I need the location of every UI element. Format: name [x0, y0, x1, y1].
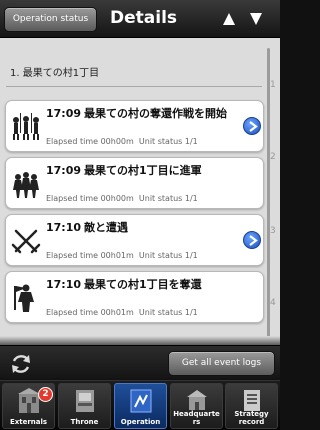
tab-strategy-record[interactable]: Strategy record	[225, 383, 278, 429]
refresh-icon[interactable]	[9, 352, 33, 376]
unit-status: Unit status 1/1	[138, 308, 198, 317]
operation-status-button[interactable]: Operation status	[4, 7, 97, 32]
row-number: 4	[270, 298, 276, 308]
scrollbar[interactable]	[267, 48, 270, 338]
tab-headquarters[interactable]: Headquarte rs	[170, 383, 223, 429]
event-list[interactable]: 1. 最果ての村1丁目 1 2 3 4 最果ての村の奪還作戦を開始 17:09 …	[0, 38, 280, 345]
chevron-right-icon[interactable]	[243, 231, 261, 249]
row-number: 1	[270, 80, 276, 90]
divider	[6, 86, 262, 87]
row-number: 3	[270, 226, 276, 236]
event-meta: Elapsed time 00h01m Unit status 1/1	[46, 308, 198, 317]
throne-icon	[76, 390, 94, 412]
arrow-down-icon[interactable]	[249, 11, 263, 27]
elapsed-time: Elapsed time 00h00m	[46, 194, 134, 203]
event-time: 17:09	[46, 164, 82, 177]
crossed-swords-icon	[11, 229, 41, 254]
elapsed-time: Elapsed time 00h01m	[46, 308, 134, 317]
operation-icon	[130, 389, 152, 413]
tab-label: Externals	[9, 418, 48, 426]
get-all-event-logs-button[interactable]: Get all event logs	[168, 351, 275, 376]
tab-label: Strategy record	[234, 410, 269, 426]
tab-throne[interactable]: Throne	[58, 383, 111, 429]
event-time: 17:09	[46, 107, 82, 120]
soldiers-icon	[13, 113, 39, 140]
event-meta: Elapsed time 00h01m Unit status 1/1	[46, 251, 198, 260]
row-number: 2	[270, 152, 276, 162]
event-time: 17:10	[46, 278, 82, 291]
tab-externals[interactable]: 2 Externals	[2, 383, 55, 429]
list-bottom-shadow	[0, 336, 280, 345]
section-title: 1. 最果ての村1丁目	[10, 68, 100, 79]
unit-status: Unit status 1/1	[138, 194, 198, 203]
chevron-right-icon[interactable]	[243, 117, 261, 135]
event-card[interactable]: 最果ての村1丁目に進軍 17:09 Elapsed time 00h00m Un…	[5, 157, 264, 209]
tab-label: Throne	[70, 418, 99, 426]
elapsed-time: Elapsed time 00h00m	[46, 137, 134, 146]
event-card[interactable]: 最果ての村の奪還作戦を開始 17:09 Elapsed time 00h00m …	[5, 100, 264, 152]
event-card[interactable]: 敵と遭遇 17:10 Elapsed time 00h01m Unit stat…	[5, 214, 264, 266]
tab-label: Operation	[120, 418, 161, 426]
tab-label: Headquarte rs	[173, 410, 220, 426]
event-meta: Elapsed time 00h00m Unit status 1/1	[46, 194, 198, 203]
unit-status: Unit status 1/1	[138, 137, 198, 146]
event-time: 17:10	[46, 221, 82, 234]
action-toolbar: Get all event logs	[0, 345, 280, 379]
page-title: Details	[110, 8, 178, 28]
tab-operation[interactable]: Operation	[114, 383, 167, 429]
arrow-up-icon[interactable]	[222, 11, 236, 27]
header-bar: Operation status Details	[0, 0, 280, 38]
notification-badge: 2	[38, 387, 53, 402]
event-meta: Elapsed time 00h00m Unit status 1/1	[46, 137, 198, 146]
tab-bar: 2 Externals Throne Operation Headquarte …	[0, 380, 280, 430]
elapsed-time: Elapsed time 00h01m	[46, 251, 134, 260]
event-card[interactable]: 最果ての村1丁目を奪還 17:10 Elapsed time 00h01m Un…	[5, 271, 264, 323]
victory-icon	[14, 284, 34, 312]
march-icon	[13, 172, 39, 198]
unit-status: Unit status 1/1	[138, 251, 198, 260]
